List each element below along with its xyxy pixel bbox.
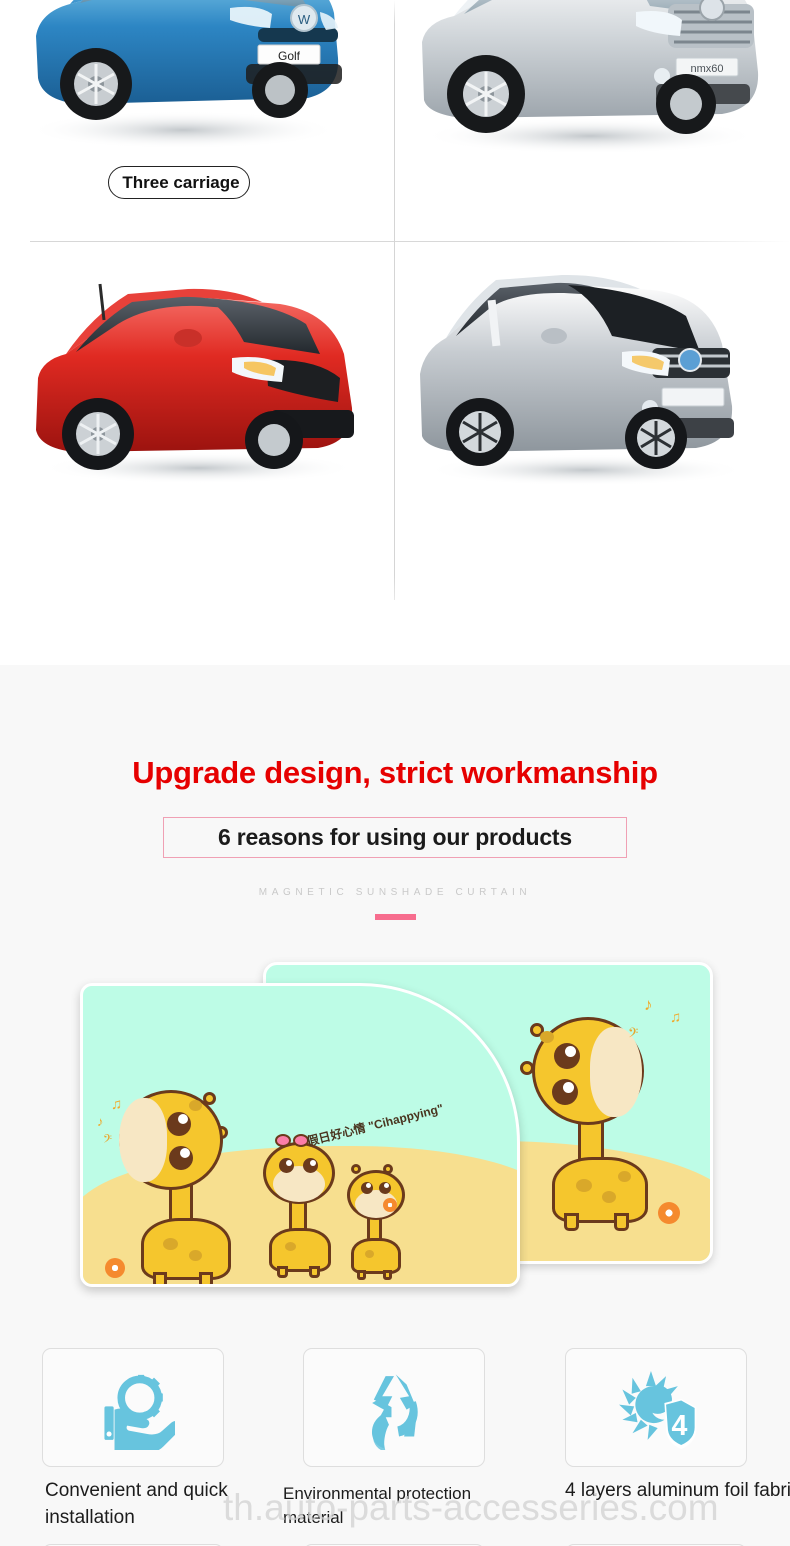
promo-kicker: MAGNETIC SUNSHADE CURTAIN [258, 887, 532, 898]
car-cell-suv[interactable]: nmx60 SUV [395, 0, 790, 241]
svg-text:4: 4 [672, 1409, 688, 1441]
giraffe-medium-front [253, 1134, 353, 1278]
music-note-back-2: ♫ [670, 1009, 682, 1026]
mpv-car-photo [420, 274, 746, 486]
hatchback-car-photo: W Golf [28, 0, 342, 149]
feature-label-aluminum-foil: 4 layers aluminum foil fabric [565, 1480, 790, 1501]
music-note-front-1: ♫ [111, 1096, 123, 1113]
car-cell-two-carriages[interactable]: Two carriages [0, 242, 394, 825]
music-note-back-1: ♪ [644, 995, 653, 1014]
feature-card-aluminum-foil[interactable]: 4 [565, 1348, 747, 1467]
product-image-group: ♪ ♫ 𝄢 假日好心情 "Cihappying" ♫ ♪ 𝄢 [0, 962, 790, 1312]
suv-car-photo: nmx60 [422, 0, 759, 154]
shade-script-text: 假日好心情 "Cihappying" [305, 1101, 445, 1149]
giraffe-large-back [518, 1017, 678, 1231]
car-label-three-carriage[interactable]: Three carriage [108, 166, 250, 199]
recycle-leaf-icon [371, 1373, 418, 1450]
feature-cards: 4 Convenient and quick installation Envi… [0, 1348, 790, 1546]
feature-label-installation: Convenient and quick installation [45, 1480, 228, 1528]
product-detail-page: W Golf Three carriage nmx60 Upgrade desi… [0, 0, 790, 1546]
svg-text:W: W [298, 12, 311, 27]
giraffe-small-front [339, 1164, 419, 1282]
clef-front: 𝄢 [103, 1132, 113, 1148]
flower-front-1 [105, 1258, 125, 1278]
compact-car-photo [36, 283, 356, 484]
feature-label-environment: Environmental protection material [283, 1484, 472, 1528]
promo-accent-dash [375, 914, 416, 920]
promo-subheadline: 6 reasons for using our products [218, 824, 572, 850]
music-note-front-2: ♪ [97, 1114, 104, 1129]
svg-text:nmx60: nmx60 [690, 63, 723, 75]
promo-panel: Upgrade design, strict workmanship 6 rea… [0, 665, 790, 1546]
feature-card-installation[interactable] [42, 1348, 224, 1467]
promo-subheadline-box: 6 reasons for using our products [163, 817, 627, 858]
car-cell-three-carriage[interactable]: W Golf Three carriage [0, 0, 394, 241]
svg-text:Golf: Golf [278, 49, 301, 63]
feature-card-environment[interactable] [303, 1348, 485, 1467]
car-type-grid: W Golf Three carriage nmx60 [0, 0, 790, 825]
promo-headline: Upgrade design, strict workmanship [132, 755, 658, 790]
sun-shield-four-icon: 4 [619, 1370, 697, 1449]
hand-holding-gear-icon [104, 1374, 175, 1450]
flower-back-1 [658, 1202, 680, 1224]
giraffe-large-front [119, 1090, 259, 1284]
flower-front-2 [383, 1198, 397, 1212]
car-cell-mpv[interactable]: MPV [395, 242, 790, 600]
clef-back: 𝄢 [628, 1027, 639, 1044]
sunshade-side-panel: 假日好心情 "Cihappying" ♫ ♪ 𝄢 [80, 983, 520, 1287]
